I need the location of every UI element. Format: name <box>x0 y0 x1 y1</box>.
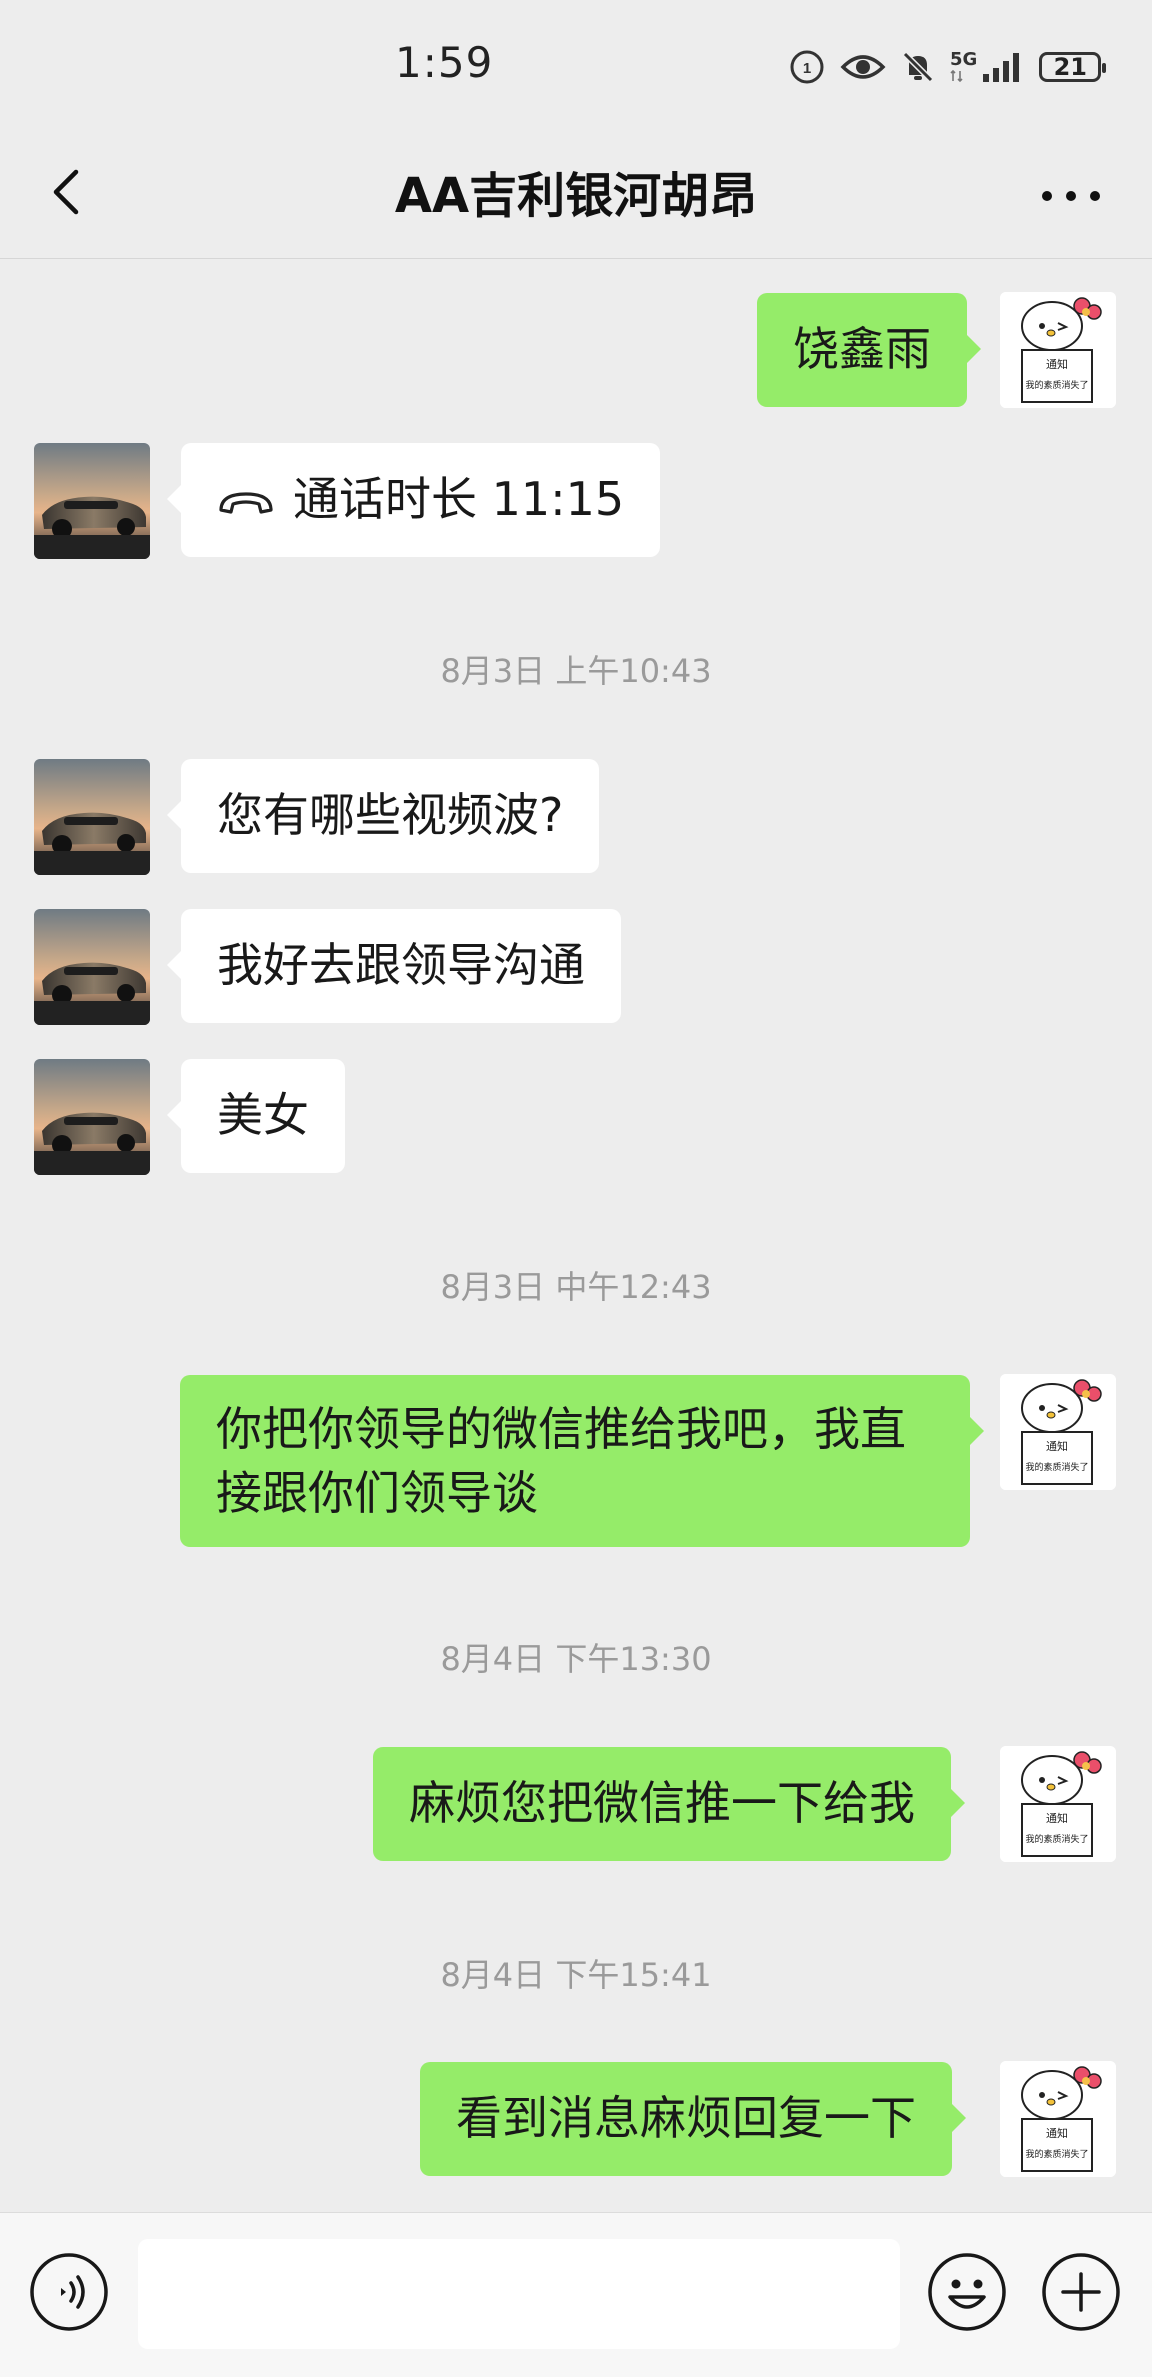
svg-text:1: 1 <box>803 60 811 77</box>
status-bar: 1:59 1 5G 21 <box>0 0 1152 130</box>
status-time: 1:59 <box>395 38 494 87</box>
message-input[interactable] <box>138 2239 900 2349</box>
network-indicator: 5G <box>950 51 977 83</box>
avatar-caption-top: 通知 <box>1046 357 1068 371</box>
call-duration-text: 通话时长 11:15 <box>293 472 625 526</box>
message-bubble-incoming[interactable]: 我好去跟领导沟通 <box>167 909 621 1023</box>
message-text: 您有哪些视频波? <box>217 788 564 842</box>
avatar-caption-bottom: 我的素质消失了 <box>1025 2148 1088 2160</box>
network-label: 5G <box>950 49 978 70</box>
eye-icon <box>840 55 886 79</box>
message-bubble-outgoing[interactable]: 饶鑫雨 <box>757 293 981 407</box>
chat-title[interactable]: AA吉利银河胡昂 <box>0 156 1152 226</box>
data-arrows-icon <box>950 69 963 83</box>
avatar-caption-bottom: 我的素质消失了 <box>1025 379 1088 391</box>
avatar-caption-top: 通知 <box>1046 1811 1068 1825</box>
message-text: 饶鑫雨 <box>793 322 931 376</box>
battery-icon: 21 <box>1039 52 1107 82</box>
message-bubble-outgoing[interactable]: 看到消息麻烦回复一下 <box>420 2062 966 2176</box>
message-bubble-call[interactable]: 通话时长 11:15 <box>166 443 661 557</box>
plus-icon[interactable] <box>1040 2251 1122 2333</box>
more-dots-icon[interactable] <box>1036 166 1106 226</box>
contact-avatar[interactable] <box>34 759 150 875</box>
message-text: 我好去跟领导沟通 <box>217 938 585 992</box>
message-text: 看到消息麻烦回复一下 <box>456 2091 916 2145</box>
kitty-avatar-image: 通知 我的素质消失了 <box>1000 1374 1116 1490</box>
car-avatar-image <box>34 1059 150 1175</box>
timestamp: 8月4日 下午13:30 <box>440 1640 712 1678</box>
kitty-avatar-image: 通知 我的素质消失了 <box>1000 2061 1116 2177</box>
phone-hangup-icon <box>219 491 273 514</box>
car-avatar-image <box>34 759 150 875</box>
self-avatar[interactable]: 通知 我的素质消失了 <box>1000 292 1116 408</box>
timestamp: 8月3日 中午12:43 <box>440 1268 712 1306</box>
car-avatar-image <box>34 443 150 559</box>
emoji-icon[interactable] <box>926 2251 1008 2333</box>
avatar-caption-bottom: 我的素质消失了 <box>1025 1833 1088 1845</box>
message-text: 麻烦您把微信推一下给我 <box>409 1776 915 1830</box>
timestamp: 8月3日 上午10:43 <box>440 652 712 690</box>
kitty-avatar-image: 通知 我的素质消失了 <box>1000 1746 1116 1862</box>
avatar-caption-top: 通知 <box>1046 2126 1068 2140</box>
self-avatar[interactable]: 通知 我的素质消失了 <box>1000 1374 1116 1490</box>
bell-muted-icon <box>902 51 934 83</box>
message-bubble-incoming[interactable]: 美女 <box>167 1059 345 1173</box>
contact-avatar[interactable] <box>34 443 150 559</box>
contact-avatar[interactable] <box>34 909 150 1025</box>
message-text: 美女 <box>217 1088 309 1142</box>
signal-icon <box>983 53 1020 82</box>
status-icons: 1 5G 21 <box>788 44 1115 90</box>
car-avatar-image <box>34 909 150 1025</box>
message-bubble-outgoing[interactable]: 麻烦您把微信推一下给我 <box>373 1747 965 1861</box>
battery-level: 21 <box>1053 53 1088 81</box>
chat-header: AA吉利银河胡昂 <box>0 130 1152 259</box>
voice-icon[interactable] <box>28 2251 110 2333</box>
chat-input-bar <box>0 2212 1152 2377</box>
message-text-line2: 接跟你们领导谈 <box>216 1466 538 1520</box>
self-avatar[interactable]: 通知 我的素质消失了 <box>1000 2061 1116 2177</box>
avatar-caption-top: 通知 <box>1046 1439 1068 1453</box>
hd-call-icon: 1 <box>790 50 824 84</box>
message-bubble-outgoing[interactable]: 你把你领导的微信推给我吧，我直 接跟你们领导谈 <box>180 1375 984 1547</box>
message-text-line1: 你把你领导的微信推给我吧，我直 <box>216 1402 906 1456</box>
timestamp: 8月4日 下午15:41 <box>440 1956 712 1994</box>
contact-avatar[interactable] <box>34 1059 150 1175</box>
avatar-caption-bottom: 我的素质消失了 <box>1025 1461 1088 1473</box>
message-bubble-incoming[interactable]: 您有哪些视频波? <box>166 759 600 873</box>
kitty-avatar-image: 通知 我的素质消失了 <box>1000 292 1116 408</box>
self-avatar[interactable]: 通知 我的素质消失了 <box>1000 1746 1116 1862</box>
